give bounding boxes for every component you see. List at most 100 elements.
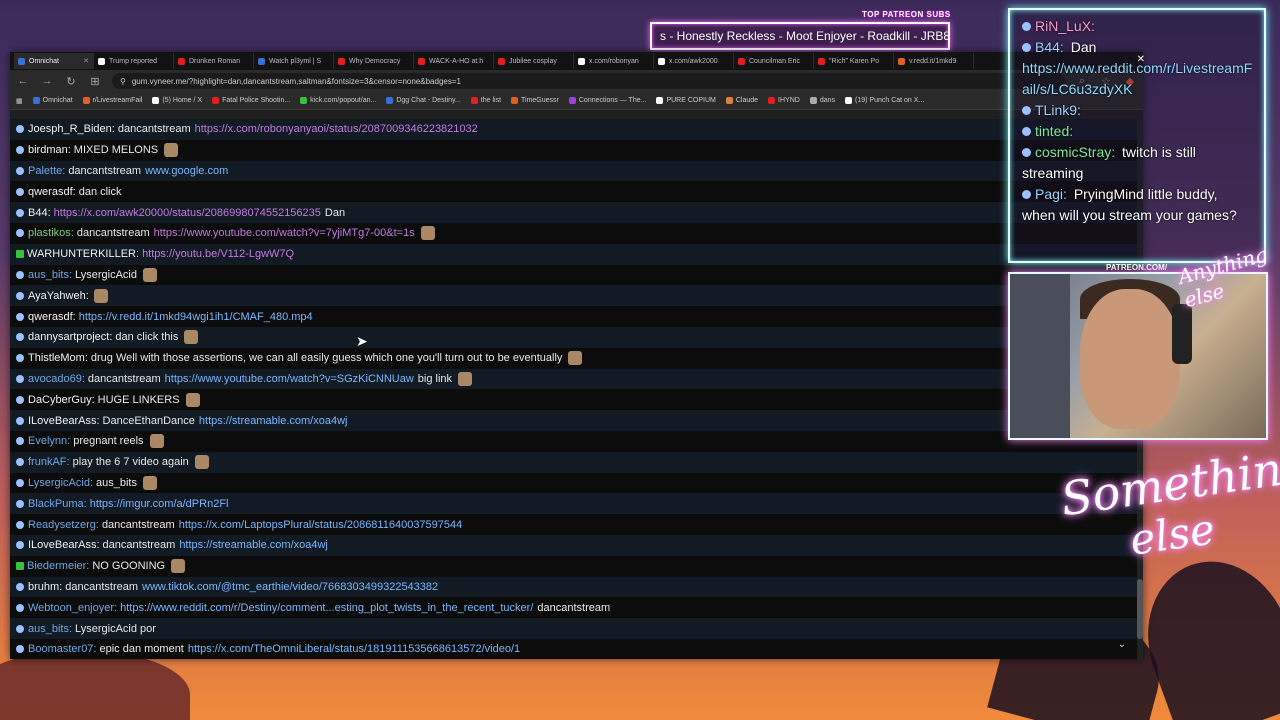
- chat-username[interactable]: Joesph_R_Biden:: [28, 123, 115, 135]
- chat-link[interactable]: www.tiktok.com/@tmc_earthie/video/766830…: [142, 581, 438, 593]
- bookmark-favicon-icon: [212, 97, 220, 104]
- bookmark-item[interactable]: IHYND: [768, 97, 800, 104]
- emote-icon: [171, 559, 186, 574]
- browser-window: Omnichat ✕ Trump reported Drunken Roman Watc…: [10, 52, 1143, 659]
- bookmark-item[interactable]: Fatal Police Shootin...: [212, 97, 290, 104]
- bookmarks-bar: ▦ Omnichat r/LivestreamFail (5) Home / X Fa…: [10, 92, 1143, 110]
- chat-username[interactable]: Webtoon_enjoyer:: [28, 602, 117, 614]
- chat-username[interactable]: AyaYahweh:: [28, 290, 89, 302]
- back-icon[interactable]: ←: [16, 75, 30, 87]
- chat-link[interactable]: https://youtu.be/V112-LgwW7Q: [142, 248, 294, 260]
- chat-username[interactable]: DaCyberGuy:: [28, 394, 95, 406]
- reload-icon[interactable]: ↻: [64, 75, 78, 88]
- chat-username[interactable]: dannysartproject:: [28, 331, 112, 343]
- chat-username[interactable]: Readysetzerg:: [28, 519, 99, 531]
- bookmark-item[interactable]: PURE COPIUM: [656, 97, 716, 104]
- chat-message: Joesph_R_Biden: dancantstream https://x.co…: [10, 119, 1143, 140]
- chat-username[interactable]: qwerasdf:: [28, 311, 76, 323]
- apps-icon[interactable]: ▦: [16, 97, 23, 105]
- overlay-chat-username: tinted:: [1035, 123, 1074, 139]
- browser-tab[interactable]: "Rich" Karen Po: [814, 53, 894, 69]
- bookmark-item[interactable]: (19) Punch Cat on X...: [845, 97, 924, 104]
- webcam-background: [1010, 274, 1070, 438]
- bookmark-item[interactable]: the list: [470, 97, 501, 104]
- chat-username[interactable]: ILoveBearAss:: [28, 415, 100, 427]
- bookmark-item[interactable]: dans: [809, 97, 835, 104]
- bookmark-item[interactable]: Omnichat: [32, 97, 73, 104]
- tab-favicon-icon: [418, 57, 425, 65]
- chat-username[interactable]: bruhm:: [28, 581, 62, 593]
- user-flair-icon: [16, 374, 24, 383]
- emote-icon: [149, 434, 164, 449]
- browser-tab[interactable]: Trump reported: [94, 53, 174, 69]
- chat-link[interactable]: https://x.com/robonyanyaoi/status/208700…: [195, 123, 478, 135]
- browser-tab[interactable]: Jubilee cosplay: [494, 53, 574, 69]
- chat-username[interactable]: Palette:: [28, 165, 65, 177]
- chat-username[interactable]: aus_bits:: [28, 623, 72, 635]
- chat-link[interactable]: https://x.com/LaptopsPlural/status/20868…: [179, 519, 463, 531]
- tab-label: Why Democracy: [349, 57, 401, 65]
- bookmark-item[interactable]: r/LivestreamFail: [82, 97, 142, 104]
- chat-text: pregnant reels: [73, 435, 144, 448]
- chat-username[interactable]: BlackPuma:: [28, 498, 87, 510]
- bookmark-label: Omnichat: [42, 97, 73, 104]
- chat-username[interactable]: avocado69:: [28, 373, 85, 385]
- bookmark-label: kick.com/popout/an...: [310, 97, 377, 104]
- chat-link[interactable]: https://x.com/awk20000/status/2086998074…: [54, 207, 321, 219]
- bookmark-item[interactable]: TimeGuessr: [511, 97, 559, 104]
- chat-link[interactable]: https://x.com/TheOmniLiberal/status/1819…: [188, 643, 520, 655]
- tab-favicon-icon: [258, 57, 265, 65]
- chat-username[interactable]: LysergicAcid:: [28, 477, 93, 489]
- chat-text: dan click: [78, 185, 122, 198]
- bookmark-item[interactable]: Claude: [725, 97, 759, 104]
- chat-message: Biedermeier: NO GOONING: [10, 556, 1143, 577]
- bookmark-item[interactable]: Dgg Chat - Destiny...: [386, 97, 461, 104]
- chat-username[interactable]: B44:: [28, 207, 51, 219]
- chat-username[interactable]: ILoveBearAss:: [28, 539, 100, 551]
- chat-username[interactable]: Evelynn:: [28, 435, 70, 447]
- chat-link[interactable]: www.google.com: [145, 165, 228, 177]
- browser-tab[interactable]: Omnichat ✕: [14, 53, 94, 69]
- user-flair-icon: [1022, 22, 1031, 31]
- chat-link[interactable]: https://www.youtube.com/watch?v=7yjiMTg7…: [154, 227, 415, 239]
- chat-username[interactable]: ThistleMom:: [28, 352, 88, 364]
- chat-username[interactable]: plastikos:: [28, 227, 74, 239]
- user-flair-icon: [16, 312, 24, 321]
- browser-tab[interactable]: Councilman Eric: [734, 53, 814, 69]
- browser-tab[interactable]: Drunken Roman: [174, 53, 254, 69]
- browser-tab[interactable]: WACK-A-HO at h: [414, 53, 494, 69]
- close-tab-icon[interactable]: ✕: [80, 57, 89, 65]
- bookmark-item[interactable]: kick.com/popout/an...: [300, 97, 376, 104]
- browser-tab[interactable]: Watch pl3yml | S: [254, 53, 334, 69]
- chat-username[interactable]: birdman:: [28, 144, 71, 156]
- chat-username[interactable]: qwerasdf:: [28, 186, 76, 198]
- browser-tab[interactable]: x.com/awk2000: [654, 53, 734, 69]
- chat-username[interactable]: Biedermeier:: [27, 560, 89, 572]
- chat-username[interactable]: frunkAF:: [28, 456, 70, 468]
- tab-label: Drunken Roman: [189, 57, 240, 65]
- address-bar[interactable]: ⚲ gum.vyneer.me/?highlight=dan,dancantst…: [112, 73, 1065, 89]
- bookmark-item[interactable]: Connections — The...: [568, 97, 646, 104]
- browser-tab[interactable]: x.com/robonyan: [574, 53, 654, 69]
- forward-icon[interactable]: →: [40, 75, 54, 87]
- site-info-icon[interactable]: ⚲: [120, 77, 126, 86]
- bookmark-label: Claude: [735, 97, 759, 104]
- chat-link[interactable]: https://www.reddit.com/r/Destiny/comment…: [120, 602, 533, 614]
- chat-link[interactable]: https://streamable.com/xoa4wj: [199, 415, 348, 427]
- browser-tab[interactable]: Why Democracy: [334, 53, 414, 69]
- chat-username[interactable]: aus_bits:: [28, 269, 72, 281]
- browser-tab[interactable]: v.redd.it/1mkd9: [894, 53, 974, 69]
- chat-link[interactable]: https://imgur.com/a/dPRn2Fl: [90, 498, 229, 510]
- chat-message: birdman: MIXED MELONS: [10, 140, 1143, 161]
- chat-link[interactable]: https://www.youtube.com/watch?v=SGzKiCNN…: [165, 373, 414, 385]
- tab-label: x.com/awk2000: [669, 57, 718, 65]
- bookmark-icon[interactable]: ⊞: [88, 75, 102, 88]
- chat-username[interactable]: Boomaster07:: [28, 643, 96, 655]
- chat-link[interactable]: https://v.redd.it/1mkd94wgi1ih1/CMAF_480…: [79, 311, 313, 323]
- bookmark-item[interactable]: (5) Home / X: [152, 97, 202, 104]
- chat-username[interactable]: WARHUNTERKILLER:: [27, 248, 139, 260]
- tab-label: Watch pl3yml | S: [269, 57, 322, 65]
- chat-link[interactable]: https://streamable.com/xoa4wj: [179, 539, 328, 551]
- chevron-down-icon[interactable]: ⌄: [1115, 639, 1129, 653]
- chat-scrollbar-thumb[interactable]: [1137, 579, 1143, 639]
